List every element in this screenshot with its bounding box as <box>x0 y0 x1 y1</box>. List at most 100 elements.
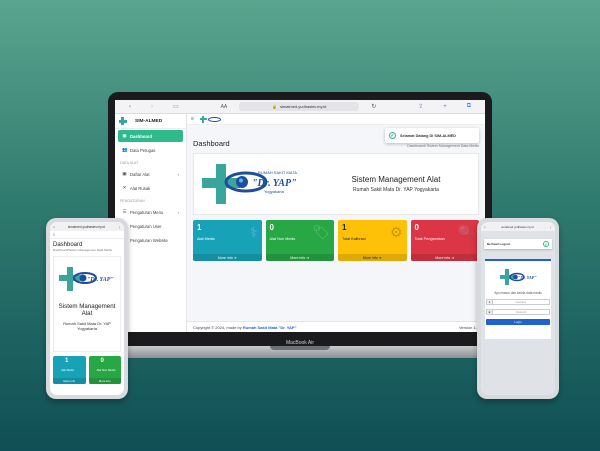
stat-label: Alat Non Medis <box>269 237 296 241</box>
sidebar-item-label: Daftar Alat <box>130 171 150 177</box>
sidebar-item-daftar-alat[interactable]: ▣ Daftar Alat ‹ <box>118 168 183 180</box>
more-info-link[interactable]: More info <box>88 378 121 384</box>
phone-right-address-bar[interactable]: ⌂ simalmed.yudhasiev.my.id ⋮ <box>481 222 555 231</box>
svg-text:"Dr. YAP": "Dr. YAP" <box>518 275 537 280</box>
hospital-logo-icon <box>199 115 222 123</box>
password-field[interactable]: ■ Password <box>486 309 550 316</box>
app: SIM-ALMED ◉ Dashboard 👥 Data Petugas DAT… <box>115 114 485 332</box>
svg-text:"Dr. YAP": "Dr. YAP" <box>87 277 114 283</box>
reload-icon[interactable]: ↻ <box>371 103 376 110</box>
tabs-icon[interactable]: ⧉ <box>467 103 471 110</box>
stat-value: 1 <box>65 358 69 364</box>
stethoscope-icon: ⚕ <box>249 224 258 240</box>
more-icon[interactable]: ⋮ <box>118 225 121 229</box>
stat-value: 1 <box>197 223 202 232</box>
stat-boxes: 1 Alat Medis ⚕ More info ➜ 0 Alat Non Med… <box>193 220 479 261</box>
more-info-link[interactable]: More info ➜ <box>338 254 407 261</box>
hero-subtitle: Rumah Sakit Mata Dr. YAP Yogyakarta <box>353 187 439 193</box>
chevron-left-icon: ‹ <box>177 209 179 215</box>
hero-card: "Dr. YAP" Sistem Management Alat Rumah S… <box>53 256 121 352</box>
sidebar-item-label: Pengaturan Menu <box>130 209 164 215</box>
sidebar-brand-title: SIM-ALMED <box>135 118 163 124</box>
phone-right: ⌂ simalmed.yudhasiev.my.id ⋮ Berhasil Lo… <box>477 218 559 399</box>
home-icon[interactable]: ⌂ <box>484 225 486 229</box>
hamburger-icon[interactable]: ≡ <box>53 232 55 237</box>
page-title: Dashboard <box>53 242 83 248</box>
arrow-circle-right-icon: ➜ <box>306 255 310 260</box>
phone-left-address-bar[interactable]: ⌂ simalmed.yudhasiev.my.id ⋮ <box>50 222 124 231</box>
hero-title: Sistem Management Alat <box>351 175 441 184</box>
more-icon[interactable]: ⋮ <box>549 225 552 229</box>
logo-city-text: Yogyakarta <box>264 189 285 194</box>
url-text: simalmed.yudhasiev.my.id <box>501 224 534 229</box>
url-text: simalmed.yudhasiev.my.id <box>67 224 105 229</box>
breadcrumb: Dashboard/Sistem Management Data Medis <box>53 248 113 252</box>
login-button[interactable]: Login <box>486 319 550 326</box>
page-title: Dashboard <box>193 139 230 148</box>
lock-icon: 🔒 <box>272 104 278 109</box>
phone-left: ⌂ simalmed.yudhasiev.my.id ⋮ ≡ Dashboard… <box>46 218 128 399</box>
arrow-circle-right-icon: ➜ <box>233 255 237 260</box>
sidebar-item-alat-rusak[interactable]: ✕ Alat Rusak <box>118 182 183 194</box>
stat-value: 0 <box>269 223 274 232</box>
hospital-logo-icon: "Dr. YAP" <box>500 269 537 285</box>
sidebar-brand[interactable]: SIM-ALMED <box>115 114 186 129</box>
sidebar-item-pengaturan-menu[interactable]: ☰ Pengaturan Menu ‹ <box>118 206 183 218</box>
stat-box-alat-non-medis: 0 Alat Non Medis More info <box>88 356 121 384</box>
box-icon: ▣ <box>122 171 127 176</box>
check-icon: ✓ <box>389 132 396 139</box>
more-info-link[interactable]: More info ➜ <box>193 254 262 261</box>
login-card: "Dr. YAP" Ayo masuk dan kelola data medi… <box>485 259 551 339</box>
password-placeholder: Password <box>515 310 527 314</box>
stat-label: Alat Medis <box>61 368 75 372</box>
sidebar-item-label: Dashboard <box>130 133 152 139</box>
address-bar[interactable]: 🔒 simalmed.yudhasiev.my.id <box>239 102 360 111</box>
more-info-link[interactable]: More info <box>53 378 86 384</box>
logout-toast: Berhasil Logout ✓ <box>484 239 552 249</box>
stat-boxes: 1 Alat Medis More info 0 Alat Non Medis … <box>53 356 121 384</box>
text-size-button[interactable]: AA <box>221 104 228 110</box>
back-icon[interactable]: ‹ <box>129 104 131 110</box>
reader-icon[interactable]: ▭ <box>173 103 179 110</box>
stat-box-alat-medis: 1 Alat Medis More info <box>53 356 86 384</box>
chevron-left-icon: ‹ <box>177 171 179 177</box>
share-icon[interactable]: ⇪ <box>418 103 423 110</box>
sidebar-item-label: Alat Rusak <box>130 185 151 191</box>
sidebar-item-data-petugas[interactable]: 👥 Data Petugas <box>118 144 183 156</box>
top-navbar: ≡ <box>187 114 485 125</box>
hospital-logo-icon: RUMAH SAKIT MATA "Dr. YAP" Yogyakarta <box>202 164 297 204</box>
hospital-logo-icon <box>119 117 129 125</box>
breadcrumb: Dashboard/ Sistem Management Data Medis <box>407 144 479 148</box>
footer: Copyright © 2024, made by Rumah Sakit Ma… <box>187 321 485 332</box>
browser-toolbar: ‹ › ▭ AA 🔒 simalmed.yudhasiev.my.id ↻ ⇪ … <box>115 100 485 114</box>
sidebar-item-label: Pengaturan Website <box>130 237 168 243</box>
home-icon[interactable]: ⌂ <box>53 225 55 229</box>
phone-left-topnav: ≡ <box>50 231 124 239</box>
sidebar-item-dashboard[interactable]: ◉ Dashboard <box>118 130 183 142</box>
hero-subtitle: Rumah Sakit Mata Dr. YAP Yogyakarta <box>63 320 111 332</box>
username-field[interactable]: ● Username <box>486 299 550 306</box>
new-tab-icon[interactable]: + <box>443 104 447 110</box>
more-info-link[interactable]: More info ➜ <box>265 254 334 261</box>
footer-copyright: Copyright © 2024, made by Rumah Sakit Ma… <box>193 324 297 330</box>
toast-message: Berhasil Logout <box>487 242 510 246</box>
stat-label: Total Pengecekan <box>414 237 445 241</box>
hamburger-icon[interactable]: ≡ <box>191 116 194 122</box>
hero-title: Sistem Management Alat <box>58 303 116 318</box>
sidebar-item-label: Data Petugas <box>130 147 156 153</box>
hospital-logo: RUMAH SAKIT MATA "Dr. YAP" Yogyakarta <box>194 156 314 212</box>
users-icon: 👥 <box>122 147 128 152</box>
arrow-circle-right-icon: ➜ <box>451 255 455 260</box>
arrow-circle-right-icon: ➜ <box>378 255 382 260</box>
cogs-icon: ⚙ <box>389 224 403 240</box>
hospital-logo-icon: "Dr. YAP" <box>59 267 114 291</box>
footer-link[interactable]: Rumah Sakit Mata "Dr. YAP" <box>243 325 297 330</box>
sidebar-section-header: PENGATURAN <box>120 199 145 203</box>
laptop: ‹ › ▭ AA 🔒 simalmed.yudhasiev.my.id ↻ ⇪ … <box>108 92 492 346</box>
forward-icon[interactable]: › <box>151 104 153 110</box>
stat-value: 0 <box>100 358 104 364</box>
tag-icon: 🏷 <box>312 224 330 240</box>
more-info-link[interactable]: More info ➜ <box>410 254 479 261</box>
phone-left-screen: ⌂ simalmed.yudhasiev.my.id ⋮ ≡ Dashboard… <box>50 222 124 395</box>
toast-message: Selamat Datang Di SIM-ALMED <box>400 133 456 138</box>
